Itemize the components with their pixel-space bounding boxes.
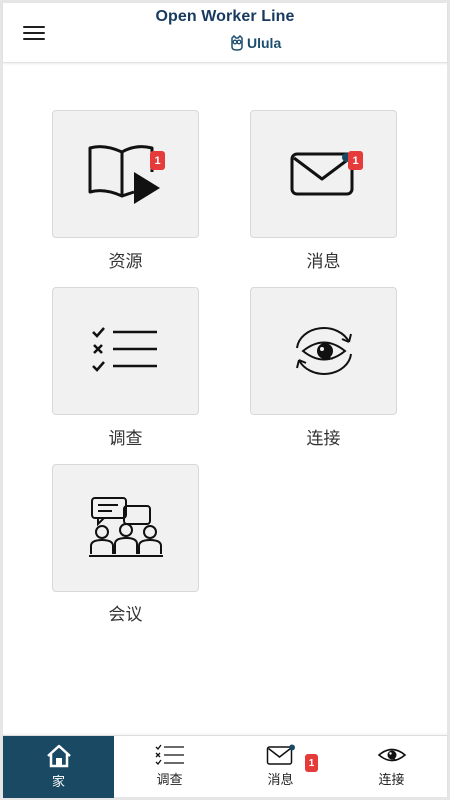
- eye-chat-icon: [377, 748, 406, 762]
- tile-meetings[interactable]: [52, 464, 199, 592]
- nav-surveys-label: 调查: [156, 773, 183, 788]
- app-title: Open Worker Line: [155, 8, 295, 25]
- tile-surveys[interactable]: [52, 287, 199, 415]
- meeting-group-icon: [88, 497, 163, 557]
- messages-badge: 1: [348, 151, 363, 170]
- envelope-icon: [266, 744, 295, 765]
- tile-connect[interactable]: [250, 287, 397, 415]
- nav-connect-label: 连接: [378, 773, 405, 788]
- tile-messages-label: 消息: [306, 252, 341, 272]
- tile-surveys-label: 调查: [108, 429, 143, 449]
- bottom-nav: 家 调查 消息 1 连接: [3, 735, 447, 798]
- brand-subtitle: Ulula: [247, 35, 282, 51]
- tile-connect-label: 连接: [306, 429, 341, 449]
- nav-surveys[interactable]: 调查: [114, 736, 225, 798]
- owl-logo-icon: [231, 35, 243, 51]
- checklist-icon: [91, 327, 157, 372]
- nav-home-label: 家: [51, 775, 65, 790]
- nav-messages-badge: 1: [305, 754, 318, 772]
- tile-meetings-label: 会议: [108, 605, 143, 625]
- tile-resources-label: 资源: [108, 252, 143, 272]
- tile-resources[interactable]: 1: [52, 110, 199, 238]
- nav-connect[interactable]: 连接: [336, 736, 447, 798]
- checklist-icon: [155, 744, 184, 765]
- tile-messages[interactable]: 1: [250, 110, 397, 238]
- nav-messages-label: 消息: [267, 773, 294, 788]
- brand-logo: Ulula: [230, 34, 281, 52]
- home-icon: [46, 744, 71, 768]
- eye-chat-refresh-icon: [295, 327, 352, 375]
- nav-home[interactable]: 家: [3, 736, 114, 798]
- nav-messages[interactable]: 消息 1: [225, 736, 336, 798]
- resources-badge: 1: [150, 151, 165, 170]
